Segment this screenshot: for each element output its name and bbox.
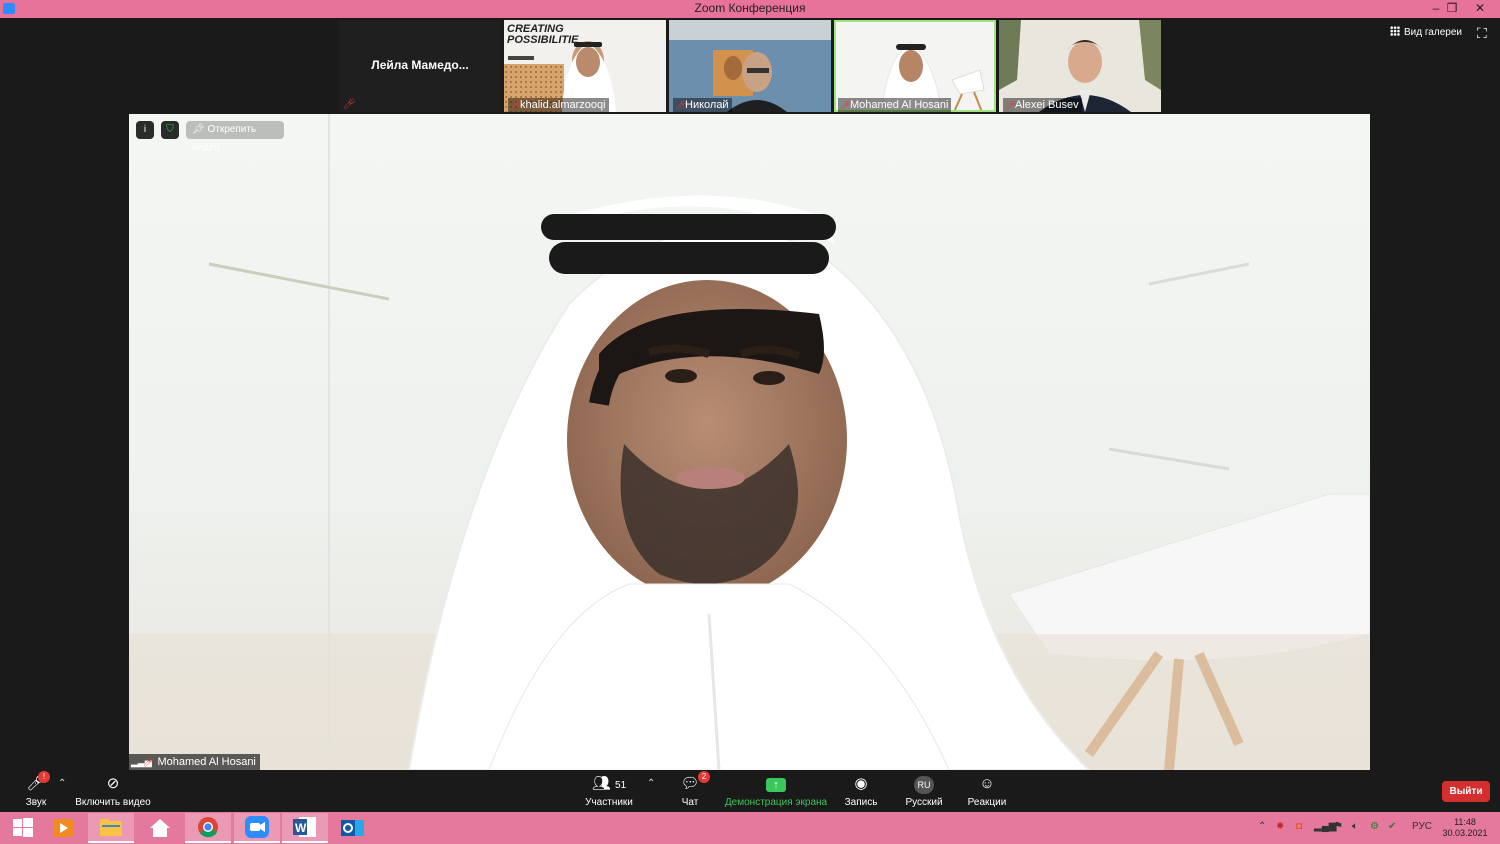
video-off-icon: ⊘ — [106, 775, 120, 792]
chat-button[interactable]: 💬︎ 2 Чат — [676, 771, 710, 808]
participant-name: Лейла Мамедо... — [371, 58, 469, 72]
language-button[interactable]: RU Русский — [900, 774, 948, 808]
participant-tile-alexei[interactable]: 🎤︎ Alexei Busev — [999, 20, 1161, 112]
chat-icon: 💬︎ 2 — [676, 771, 710, 794]
participant-tile-leyla[interactable]: Лейла Мамедо... 🎤︎ — [339, 20, 501, 112]
video-banner-text: CREATING POSSIBILITIE — [507, 23, 579, 46]
tray-check-icon[interactable]: ✔ — [1388, 821, 1396, 832]
participant-tile-nikolai[interactable]: 🎤︎ Николай — [669, 20, 831, 112]
tray-security-icon[interactable]: ⚙ — [1370, 821, 1379, 832]
system-clock[interactable]: 11:48 30.03.2021 — [1438, 817, 1492, 839]
participant-name: 🎤︎ khalid.almarzooqi — [508, 98, 609, 112]
window-title: Zoom Конференция — [694, 1, 806, 15]
speaker-video-frame — [129, 114, 1370, 770]
home-icon — [150, 819, 170, 837]
participant-tile-mohamed[interactable]: 🎤︎ Mohamed Al Hosani — [834, 20, 996, 112]
taskbar-chrome[interactable] — [185, 813, 231, 843]
word-icon: W — [293, 817, 316, 837]
speaker-nametag: ▂▃▅🎤︎ Mohamed Al Hosani — [129, 754, 260, 770]
language-icon: RU — [900, 774, 948, 794]
participants-icon: 👥︎ 51 — [591, 775, 627, 792]
participants-button[interactable]: 👥︎ 51 Участники — [580, 774, 638, 808]
leave-meeting-button[interactable]: Выйти — [1442, 781, 1490, 802]
share-screen-button[interactable]: ↑ Демонстрация экрана — [724, 774, 828, 808]
taskbar-outlook[interactable] — [330, 813, 376, 843]
tray-flag-icon[interactable]: ⚑ — [1334, 821, 1343, 832]
media-player-icon — [53, 819, 73, 837]
grid-icon — [1390, 26, 1400, 36]
reaction-smiley-icon: ☺ — [979, 775, 995, 792]
windows-logo-icon — [13, 818, 33, 837]
participant-name: 🎤︎ Alexei Busev — [1003, 98, 1082, 112]
audio-options-caret[interactable]: ⌃ — [58, 778, 66, 789]
start-video-button[interactable]: ⊘ Включить видео — [74, 774, 152, 808]
taskbar-file-explorer[interactable] — [88, 813, 134, 843]
mic-muted-icon: 🎤︎! — [18, 771, 54, 794]
svg-text:W: W — [295, 821, 307, 835]
fullscreen-icon[interactable]: ⛶ — [1477, 26, 1491, 40]
unpin-video-button[interactable]: 📌︎ Открепить видео — [186, 121, 284, 153]
taskbar-zoom[interactable] — [234, 813, 280, 843]
taskbar-word[interactable]: W — [282, 813, 328, 843]
meeting-info-icon[interactable]: i — [136, 121, 154, 139]
share-screen-icon: ↑ — [724, 774, 828, 794]
record-button[interactable]: ◉ Запись — [842, 774, 880, 808]
security-shield-icon[interactable]: ⛉ — [161, 121, 179, 139]
muted-mic-icon: 🎤︎ — [343, 99, 356, 110]
participant-tile-khalid[interactable]: CREATING POSSIBILITIE 🎤︎ khalid.almarzooq… — [504, 20, 666, 112]
main-speaker-video: i ⛉ 📌︎ Открепить видео ▂▃▅🎤︎ Mohamed Al H… — [129, 114, 1370, 770]
zoom-icon — [245, 816, 269, 838]
meeting-toolbar: 🎤︎! Звук ⌃ ⊘ Включить видео 👥︎ 51 Участн… — [0, 770, 1500, 812]
meeting-stage: Лейла Мамедо... 🎤︎ CREATING POSSIBILITIE… — [0, 18, 1500, 770]
chat-unread-badge: 2 — [698, 771, 710, 783]
muted-mic-icon: 🎤︎ — [143, 757, 155, 767]
restore-button[interactable]: ❐ — [1438, 0, 1466, 18]
pin-icon: 📌︎ — [192, 124, 208, 135]
close-button[interactable]: ✕ — [1466, 0, 1494, 18]
participant-name: 🎤︎ Mohamed Al Hosani — [838, 98, 952, 112]
signal-strength-icon: ▂▃▅ — [131, 757, 152, 767]
chrome-icon — [198, 817, 218, 838]
tray-antivirus-icon[interactable]: ✹ — [1276, 821, 1284, 832]
outlook-icon — [341, 820, 364, 836]
reactions-button[interactable]: ☺ Реакции — [964, 774, 1010, 808]
record-icon: ◉ — [854, 775, 868, 792]
taskbar-media-player[interactable] — [40, 813, 86, 843]
taskbar-home[interactable] — [137, 813, 183, 843]
tray-expand-icon[interactable]: ⌃ — [1258, 821, 1266, 832]
folder-icon — [100, 819, 122, 836]
keyboard-language[interactable]: РУС — [1412, 821, 1432, 832]
audio-button[interactable]: 🎤︎! Звук — [18, 771, 54, 808]
window-titlebar: Zoom Конференция – ❐ ✕ — [0, 0, 1500, 18]
participants-options-caret[interactable]: ⌃ — [647, 778, 655, 789]
windows-taskbar: W ⌃ ✹ ◘ ▂▄▆ ⚑ 🔈︎ ⚙ ✔ РУС 11:48 30.03.202… — [0, 812, 1500, 844]
gallery-view-button[interactable]: Вид галереи — [1390, 26, 1462, 44]
participant-name: 🎤︎ Николай — [673, 98, 732, 112]
tray-app-icon[interactable]: ◘ — [1296, 821, 1302, 832]
tray-volume-icon[interactable]: 🔈︎ — [1352, 821, 1358, 832]
